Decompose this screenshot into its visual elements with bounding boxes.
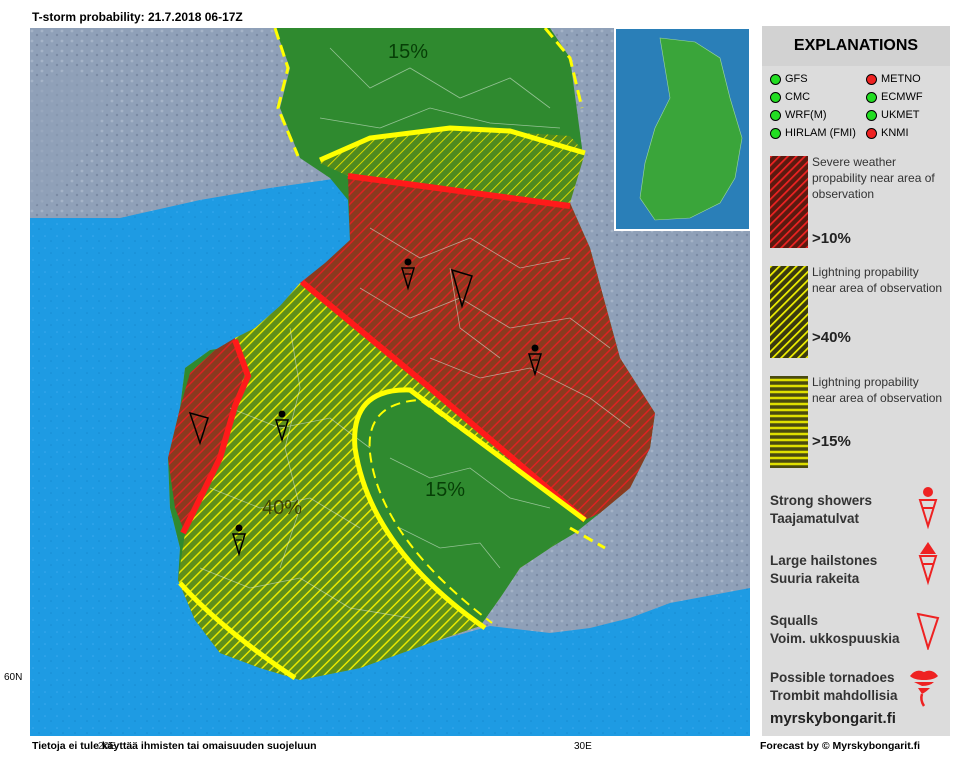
explanations-heading: EXPLANATIONS [762, 26, 950, 66]
severe-legend-text: Severe weather propability near area of … [812, 155, 935, 201]
large-hailstones-label: Large hailstones Suuria rakeita [770, 553, 878, 586]
status-dot-icon [866, 91, 877, 103]
status-dot-icon [770, 127, 781, 139]
strong-showers-label: Strong showers Taajamatulvat [770, 493, 873, 526]
forecast-map: 15% 15% 40% [30, 27, 751, 736]
model-item: METNO [866, 72, 921, 86]
model-item: UKMET [866, 108, 920, 122]
disclaimer-text: Tietoja ei tule käyttää ihmisten tai oma… [32, 740, 317, 752]
hail-icon [918, 542, 938, 586]
label-southwest-40: 40% [262, 497, 302, 519]
status-dot-icon [770, 91, 781, 103]
model-name: KNMI [881, 127, 909, 139]
lightning-15-swatch [770, 376, 808, 468]
squalls-label: Squalls Voim. ukkospuuskia [770, 613, 900, 646]
model-name: HIRLAM (FMI) [785, 127, 856, 139]
status-dot-icon [770, 73, 781, 85]
model-item: ECMWF [866, 90, 923, 104]
model-name: ECMWF [881, 91, 923, 103]
lightning-40-legend-value: >40% [812, 329, 851, 346]
severe-swatch [770, 156, 808, 248]
model-name: UKMET [881, 109, 920, 121]
status-dot-icon [866, 109, 877, 121]
tornadoes-label: Possible tornadoes Trombit mahdollisia [770, 670, 898, 703]
severe-legend-value: >10% [812, 230, 851, 247]
model-item: CMC [770, 90, 810, 104]
map-title: T-storm probability: 21.7.2018 06-17Z [32, 10, 243, 24]
lightning-40-swatch [770, 266, 808, 358]
squall-icon [916, 612, 940, 650]
shower-icon [918, 487, 938, 530]
model-name: METNO [881, 73, 921, 85]
longitude-30-label: 30E [574, 741, 592, 752]
status-dot-icon [770, 109, 781, 121]
model-item: GFS [770, 72, 808, 86]
model-item: KNMI [866, 126, 909, 140]
explanations-panel: EXPLANATIONS GFS METNO CMC ECMWF WRF(M) … [760, 26, 950, 736]
model-name: CMC [785, 91, 811, 103]
label-east-15: 15% [425, 479, 465, 501]
site-link[interactable]: myrskybongarit.fi [770, 710, 896, 727]
tornado-icon [910, 670, 938, 707]
status-dot-icon [866, 73, 877, 85]
model-name: GFS [785, 73, 808, 85]
status-dot-icon [866, 127, 877, 139]
model-item: HIRLAM (FMI) [770, 126, 856, 140]
model-name: WRF(M) [785, 109, 827, 121]
forecast-credit: Forecast by © Myrskybongarit.fi [760, 740, 921, 752]
label-north-15: 15% [388, 41, 428, 63]
inset-map [614, 27, 751, 231]
latitude-60-label: 60N [4, 672, 23, 683]
lightning-15-legend-text: Lightning propability near area of obser… [812, 375, 943, 405]
model-item: WRF(M) [770, 108, 827, 122]
map-canvas: 15% 15% 40% [30, 27, 751, 736]
lightning-40-legend-text: Lightning propability near area of obser… [812, 265, 943, 295]
lightning-15-legend-value: >15% [812, 433, 851, 450]
